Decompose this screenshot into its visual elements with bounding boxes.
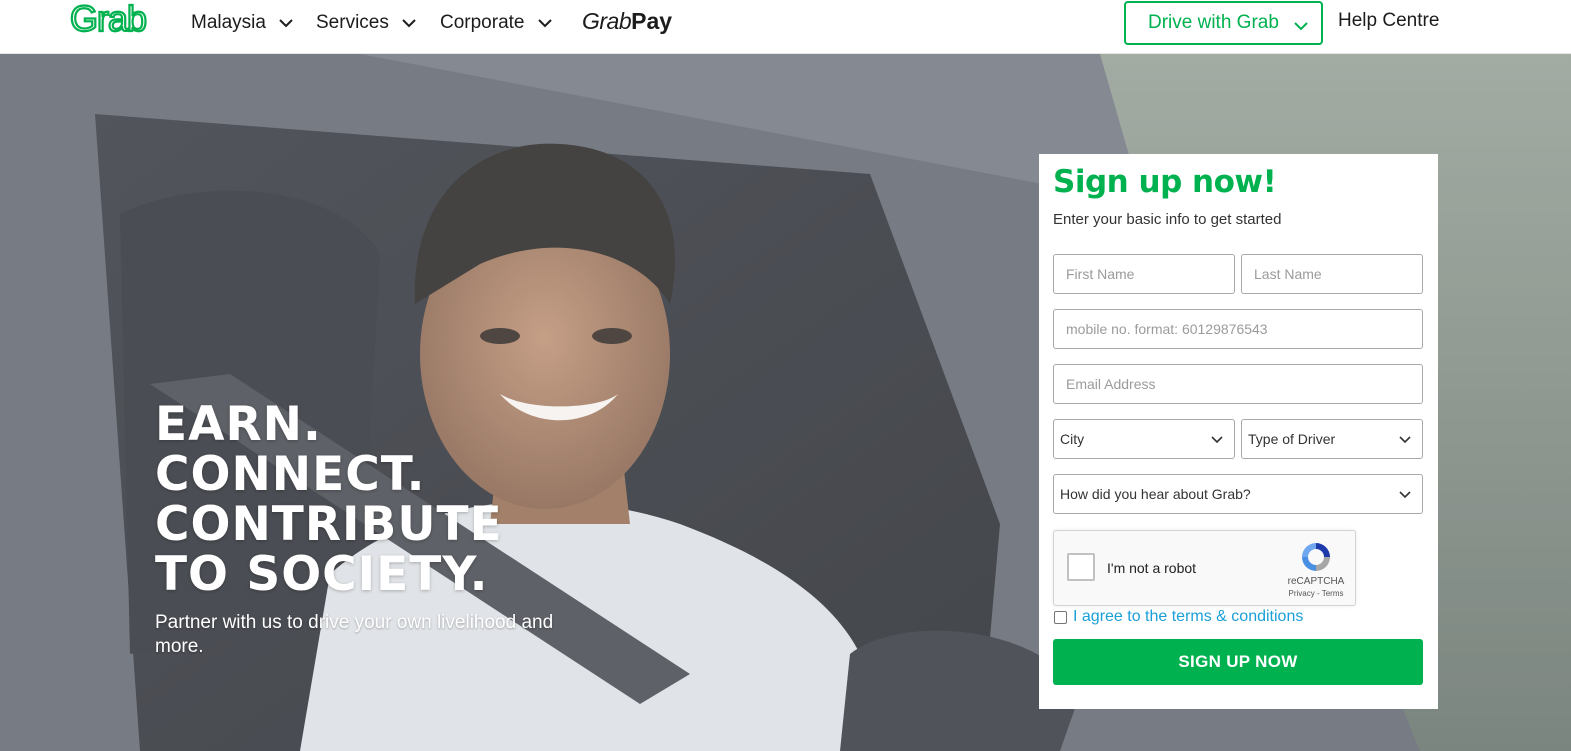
nav-malaysia-label: Malaysia	[191, 12, 266, 33]
chevron-down-icon	[1211, 436, 1223, 444]
nav-malaysia[interactable]: Malaysia	[191, 10, 294, 36]
help-centre-link[interactable]: Help Centre	[1338, 10, 1439, 32]
grabpay-pay-text: Pay	[631, 8, 673, 34]
referral-source-select-value: How did you hear about Grab?	[1060, 486, 1251, 502]
signup-form-card: Sign up now! Enter your basic info to ge…	[1039, 154, 1438, 709]
signup-subtitle: Enter your basic info to get started	[1053, 211, 1282, 228]
headline-line: CONTRIBUTE	[155, 497, 503, 552]
nav-services-label: Services	[316, 12, 389, 33]
driver-type-select[interactable]: Type of Driver	[1241, 419, 1423, 459]
city-select[interactable]: City	[1053, 419, 1235, 459]
signup-title: Sign up now!	[1053, 164, 1277, 200]
headline-line: EARN.	[155, 397, 322, 452]
email-field[interactable]: Email Address	[1053, 364, 1423, 404]
chevron-down-icon	[1399, 436, 1411, 444]
city-select-value: City	[1060, 431, 1085, 447]
chevron-down-icon	[537, 19, 552, 28]
recaptcha-privacy-terms-links[interactable]: Privacy - Terms	[1284, 589, 1348, 598]
top-navigation-bar: Grab Malaysia Services Corporate Grab Pay…	[0, 0, 1571, 54]
grab-logo[interactable]: Grab	[70, 0, 162, 38]
chevron-down-icon	[1294, 22, 1308, 31]
recaptcha-logo-icon	[1302, 543, 1330, 571]
nav-services[interactable]: Services	[316, 10, 417, 36]
driver-type-select-value: Type of Driver	[1248, 431, 1336, 447]
terms-link[interactable]: I agree to the terms & conditions	[1073, 608, 1303, 626]
drive-with-grab-label: Drive with Grab	[1148, 12, 1279, 33]
recaptcha-widget: I'm not a robot reCAPTCHA Privacy - Term…	[1053, 530, 1356, 606]
hero-subtext: Partner with us to drive your own liveli…	[155, 612, 554, 657]
drive-with-grab-button[interactable]: Drive with Grab	[1124, 1, 1323, 45]
nav-corporate[interactable]: Corporate	[440, 10, 553, 36]
grabpay-grab-text: Grab	[582, 8, 632, 34]
recaptcha-checkbox[interactable]	[1067, 553, 1095, 581]
hero-headline: EARN. CONNECT. CONTRIBUTE TO SOCIETY.	[155, 400, 503, 600]
mobile-number-field[interactable]: mobile no. format: 60129876543	[1053, 309, 1423, 349]
nav-corporate-label: Corporate	[440, 12, 525, 33]
chevron-down-icon	[402, 19, 416, 28]
recaptcha-label: I'm not a robot	[1107, 560, 1197, 576]
headline-line: TO SOCIETY.	[155, 547, 489, 602]
first-name-field[interactable]: First Name	[1053, 254, 1235, 294]
chevron-down-icon	[279, 19, 293, 28]
recaptcha-brand: reCAPTCHA	[1287, 576, 1345, 587]
grabpay-logo-link[interactable]: Grab Pay	[582, 8, 672, 38]
sign-up-now-button[interactable]: SIGN UP NOW	[1053, 639, 1423, 685]
terms-checkbox[interactable]	[1054, 610, 1067, 624]
terms-row: I agree to the terms & conditions	[1054, 608, 1303, 626]
chevron-down-icon	[1399, 491, 1411, 499]
grab-logo-text: Grab	[70, 0, 146, 38]
referral-source-select[interactable]: How did you hear about Grab?	[1053, 474, 1423, 514]
last-name-field[interactable]: Last Name	[1241, 254, 1423, 294]
headline-line: CONNECT.	[155, 447, 426, 502]
